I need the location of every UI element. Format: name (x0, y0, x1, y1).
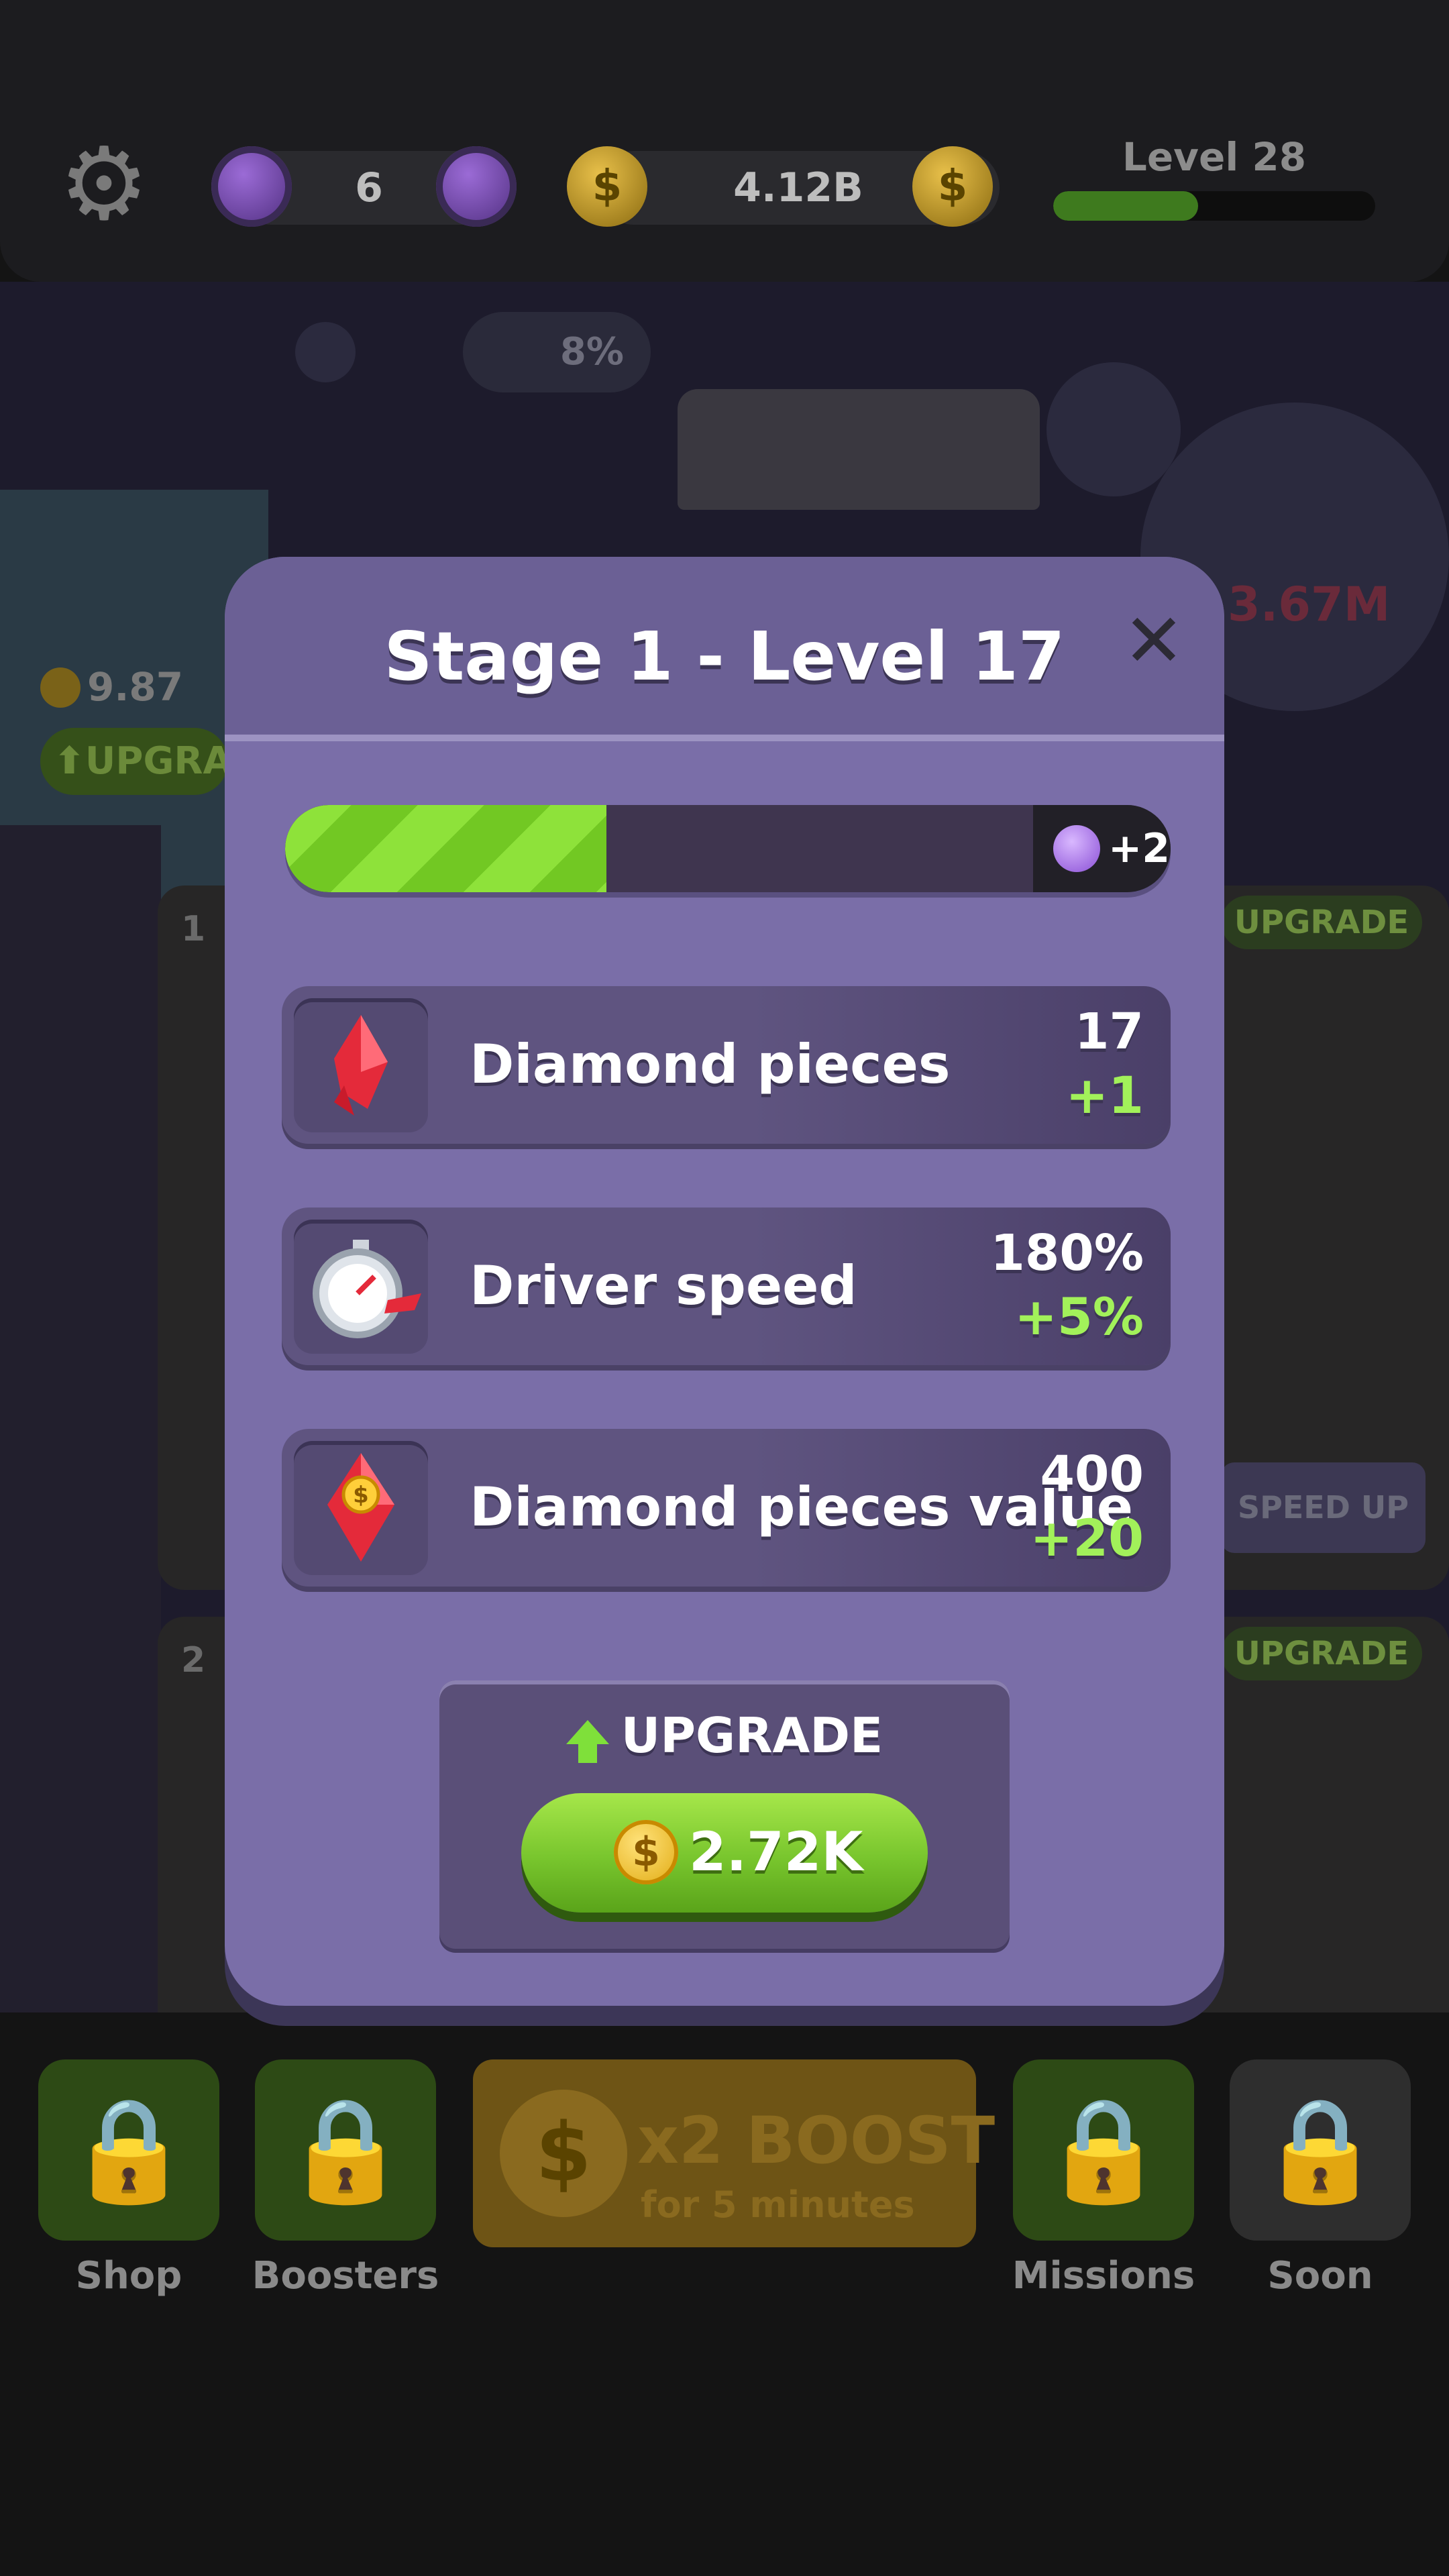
speed-up-button[interactable]: SPEED UP (1221, 1462, 1426, 1553)
stage-progress-fill (285, 805, 606, 892)
lock-icon: 🔒 (282, 2092, 409, 2208)
boost-coin-icon: $ (500, 2090, 627, 2217)
upgrade-cost: 2.72K (689, 1821, 863, 1883)
nav-shop-button[interactable]: 🔒 (38, 2059, 219, 2241)
stat-row-diamond-pieces: Diamond pieces 17 +1 (282, 986, 1171, 1144)
coin-icon: $ (614, 1820, 678, 1884)
lock-icon: 🔒 (1040, 2092, 1167, 2208)
upgrade-panel: UPGRADE $ 2.72K (439, 1680, 1010, 1949)
gem-value: 3.67M (1228, 577, 1391, 632)
settings-gear-icon[interactable]: ⚙ (54, 134, 154, 235)
stage-progress-bar: +2 (285, 805, 1171, 892)
stage-upgrade-dialog: Stage 1 - Level 17 ✕ +2 Diamond pieces 1… (225, 557, 1224, 2006)
gem-icon-left (211, 146, 292, 227)
gem-icon (1053, 825, 1100, 872)
lock-icon: 🔒 (1257, 2092, 1383, 2208)
header-divider (225, 735, 1224, 741)
upgrade-button[interactable]: $ 2.72K (521, 1793, 928, 1913)
nav-soon-label: Soon (1267, 2254, 1373, 2298)
lane-2-upgrade-button[interactable]: UPGRADE (1221, 1627, 1422, 1680)
machine-upgrade-button[interactable]: ⬆UPGRA (40, 728, 232, 795)
machine-upgrade-label: UPGRA (85, 739, 232, 783)
gem-add-icon[interactable] (436, 146, 517, 227)
coin-icon (40, 667, 80, 708)
nav-soon-button[interactable]: 🔒 (1230, 2059, 1411, 2241)
nav-missions-label: Missions (1012, 2254, 1195, 2298)
stat-increment: +5% (1014, 1287, 1144, 1346)
level-progress-bar (1053, 191, 1375, 221)
stat-value: 17 (1075, 1003, 1144, 1061)
level-progress-fill (1053, 191, 1198, 221)
nav-missions-button[interactable]: 🔒 (1013, 2059, 1194, 2241)
stat-value: 400 (1040, 1446, 1144, 1503)
boost-title: x2 BOOST (637, 2103, 996, 2178)
stopwatch-icon (294, 1220, 428, 1354)
progress-reward: +2 (1033, 805, 1171, 892)
red-crystal-icon (294, 998, 428, 1132)
nav-boosters-label: Boosters (252, 2254, 439, 2298)
level-title: Level 28 (1122, 134, 1307, 180)
svg-text:$: $ (353, 1482, 369, 1509)
stat-value: 180% (990, 1224, 1144, 1282)
vertical-conveyor (0, 825, 161, 2167)
reward-amount: +2 (1108, 825, 1171, 872)
nav-boosters-button[interactable]: 🔒 (255, 2059, 436, 2241)
lock-icon: 🔒 (66, 2092, 192, 2208)
lane-1-upgrade-button[interactable]: UPGRADE (1221, 896, 1422, 949)
lane-1-number: 1 (181, 909, 206, 949)
red-gem-coin-icon: $ (294, 1441, 428, 1575)
boost-subtitle: for 5 minutes (641, 2184, 915, 2226)
coin-add-icon[interactable]: $ (912, 146, 993, 227)
lane-2-number: 2 (181, 1640, 206, 1680)
bg-bubble (1046, 362, 1181, 496)
close-icon[interactable]: ✕ (1117, 604, 1191, 678)
stat-increment: +20 (1030, 1508, 1144, 1568)
top-bar: ⚙ 6 4.12B $ $ Level 28 (0, 0, 1449, 282)
stat-row-diamond-pieces-value: $ Diamond pieces value 400 +20 (282, 1429, 1171, 1587)
lane-2-upgrade-label: UPGRADE (1234, 1635, 1409, 1672)
boost-percent-badge: 8% (463, 312, 651, 392)
upgrade-heading: UPGRADE (439, 1707, 1010, 1764)
lane-1-upgrade-label: UPGRADE (1234, 904, 1409, 941)
stat-increment: +1 (1065, 1065, 1144, 1125)
stat-name: Diamond pieces (470, 1033, 951, 1095)
machine-value: 9.87 (87, 664, 184, 710)
stat-name: Driver speed (470, 1254, 857, 1317)
coin-icon-left: $ (567, 146, 647, 227)
dialog-title: Stage 1 - Level 17 (384, 617, 1065, 696)
upgrade-label: UPGRADE (621, 1707, 883, 1764)
up-arrow-icon (566, 1720, 609, 1763)
bg-bubble (295, 322, 356, 382)
nav-shop-label: Shop (75, 2254, 182, 2298)
stat-row-driver-speed: Driver speed 180% +5% (282, 1208, 1171, 1365)
press-machine (678, 389, 1040, 510)
